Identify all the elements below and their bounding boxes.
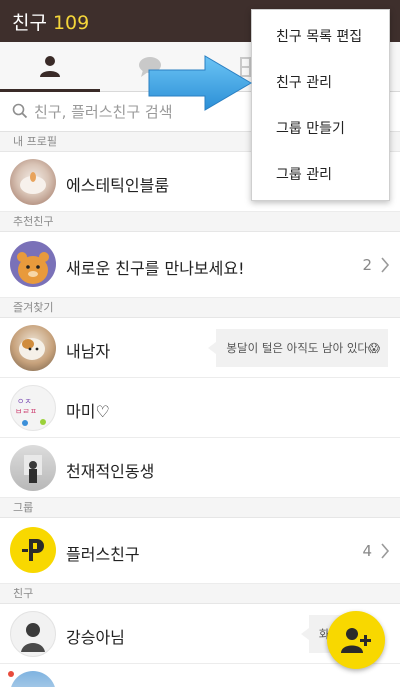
- group-name: 플러스친구: [66, 545, 140, 564]
- menu-item-edit-friend-list[interactable]: 친구 목록 편집: [276, 26, 362, 46]
- arrow-right-icon: [148, 55, 252, 111]
- section-friends: 친구: [0, 584, 400, 604]
- svg-text:ㅇㅈ: ㅇㅈ: [17, 397, 32, 406]
- friend-count: 109: [52, 12, 90, 34]
- section-favorites: 즐겨찾기: [0, 298, 400, 318]
- avatar: [10, 611, 56, 657]
- menu-item-manage-friends[interactable]: 친구 관리: [276, 72, 332, 92]
- page-title-label: 친구: [12, 12, 47, 34]
- friend-name: 강승아님: [66, 628, 125, 647]
- friend-name: 내남자: [66, 342, 111, 361]
- recommended-count: 2: [362, 256, 372, 274]
- recommended-row[interactable]: 새로운 친구를 만나보세요! 2: [0, 232, 400, 298]
- friend-name: 천재적인동생: [66, 462, 155, 481]
- chevron-right-icon: [380, 542, 390, 564]
- recommended-label: 새로운 친구를 만나보세요!: [66, 259, 245, 278]
- avatar: [10, 159, 56, 205]
- avatar: ㅇㅈ ㅂㄹㅍ: [10, 385, 56, 431]
- add-friend-icon: [341, 628, 371, 653]
- add-friend-button[interactable]: [327, 611, 385, 669]
- overflow-menu: 친구 목록 편집 친구 관리 그룹 만들기 그룹 관리: [251, 9, 390, 201]
- new-badge-dot: [8, 671, 14, 677]
- group-count: 4: [362, 542, 372, 560]
- menu-item-manage-groups[interactable]: 그룹 관리: [276, 164, 332, 184]
- list-item[interactable]: ㅇㅈ ㅂㄹㅍ 마미♡: [0, 378, 400, 438]
- svg-text:ㅂㄹㅍ: ㅂㄹㅍ: [15, 407, 37, 416]
- menu-item-create-group[interactable]: 그룹 만들기: [276, 118, 345, 138]
- group-row[interactable]: 플러스친구 4: [0, 518, 400, 584]
- status-message: 봉달이 털은 아직도 남아 있다😱: [208, 329, 388, 367]
- friend-name: 마미♡: [66, 402, 110, 421]
- avatar: [10, 325, 56, 371]
- avatar: [10, 241, 56, 287]
- section-recommended: 추천친구: [0, 212, 400, 232]
- list-item[interactable]: 천재적인동생: [0, 438, 400, 498]
- list-item[interactable]: 내남자 봉달이 털은 아직도 남아 있다😱: [0, 318, 400, 378]
- plus-friend-logo-icon: [10, 527, 56, 573]
- section-groups: 그룹: [0, 498, 400, 518]
- tab-friends[interactable]: [0, 42, 100, 92]
- person-icon: [40, 55, 60, 77]
- search-icon: [12, 103, 28, 123]
- avatar: [10, 445, 56, 491]
- page-title: 친구 109: [12, 8, 89, 35]
- chevron-right-icon: [380, 256, 390, 278]
- avatar: [10, 671, 56, 687]
- profile-name: 에스테틱인블룸: [66, 176, 170, 195]
- list-item[interactable]: [0, 664, 400, 687]
